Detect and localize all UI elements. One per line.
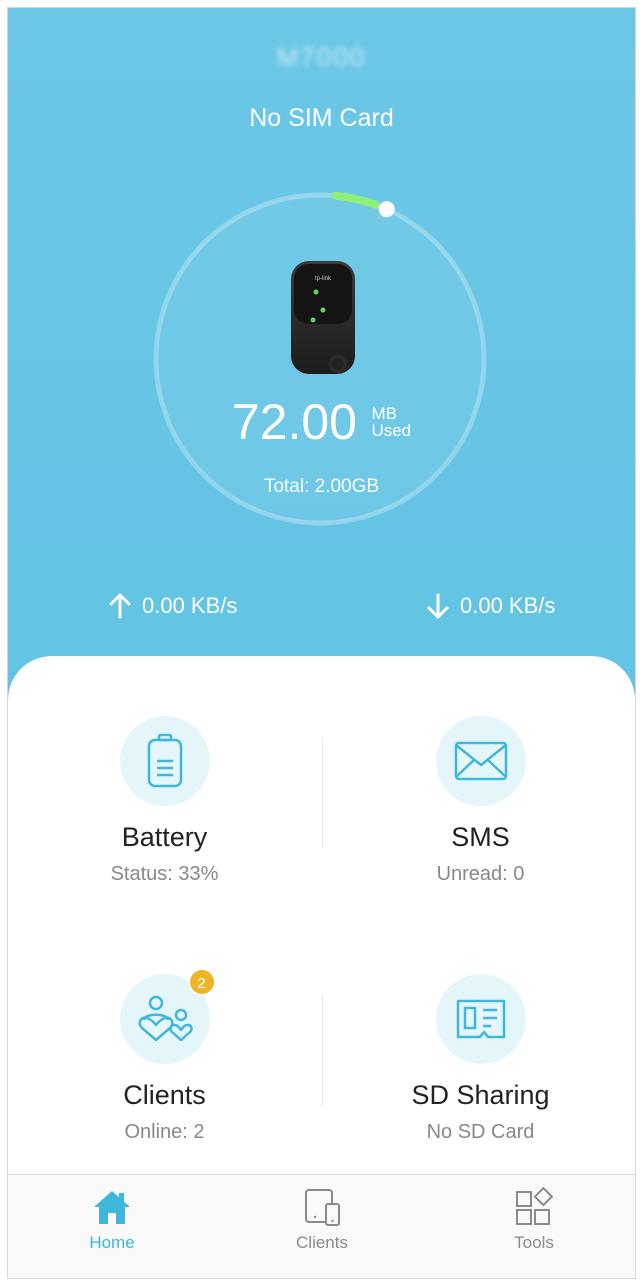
device-name: M7000 bbox=[276, 42, 367, 72]
clients-title: Clients bbox=[123, 1080, 206, 1110]
sim-status: No SIM Card bbox=[249, 104, 394, 132]
upload-speed: 0.00 KB/s bbox=[108, 593, 237, 619]
clients-tile[interactable]: 2 Clients Online: 2 bbox=[8, 968, 321, 1144]
data-total: Total: 2.00GB bbox=[263, 476, 380, 497]
sms-unread: Unread: 0 bbox=[436, 863, 525, 885]
home-icon bbox=[94, 1191, 130, 1224]
battery-status: Status: 33% bbox=[110, 863, 219, 885]
nav-home[interactable]: Home bbox=[52, 1187, 172, 1253]
bottom-nav: Home Clients Tools bbox=[8, 1174, 635, 1278]
battery-icon-circle bbox=[119, 716, 210, 806]
mobile-router-image: tp-link bbox=[291, 261, 355, 374]
data-used-unit-label: Used bbox=[371, 421, 412, 440]
sms-tile[interactable]: SMS Unread: 0 bbox=[324, 716, 635, 886]
clients-icon bbox=[138, 995, 193, 1042]
download-arrow-icon bbox=[427, 593, 449, 619]
sd-sharing-title: SD Sharing bbox=[411, 1080, 550, 1110]
feature-card: Battery Status: 33% SMS Unread: 0 2 Clie… bbox=[8, 656, 635, 1186]
data-used-value: 72.00 bbox=[231, 394, 357, 450]
upload-speed-value: 0.00 KB/s bbox=[142, 593, 238, 618]
sms-title: SMS bbox=[451, 822, 510, 852]
nav-clients-label: Clients bbox=[296, 1233, 348, 1252]
sd-icon-circle bbox=[435, 974, 526, 1064]
battery-title: Battery bbox=[121, 822, 208, 852]
sd-sharing-tile[interactable]: SD Sharing No SD Card bbox=[324, 974, 635, 1144]
data-used-readout: 72.00 MB Used bbox=[8, 393, 635, 451]
nav-tools-label: Tools bbox=[514, 1233, 554, 1252]
svg-text:tp-link: tp-link bbox=[315, 276, 332, 282]
download-speed-value: 0.00 KB/s bbox=[460, 593, 556, 618]
sms-icon-circle bbox=[435, 716, 526, 806]
nav-tools[interactable]: Tools bbox=[474, 1187, 594, 1253]
sd-card-icon bbox=[456, 999, 505, 1039]
tools-grid-icon bbox=[516, 1187, 554, 1225]
app-screen: M7000 No SIM Card tp-link 72.00 MB Used … bbox=[7, 7, 636, 1279]
divider bbox=[322, 996, 323, 1106]
nav-clients[interactable]: Clients bbox=[262, 1187, 382, 1253]
sd-sharing-status: No SD Card bbox=[426, 1121, 535, 1143]
clients-count-badge: 2 bbox=[187, 968, 216, 996]
upload-arrow-icon bbox=[109, 593, 131, 619]
status-hero: M7000 No SIM Card tp-link 72.00 MB Used … bbox=[8, 8, 635, 728]
divider bbox=[322, 738, 323, 848]
battery-icon bbox=[147, 733, 182, 788]
download-speed: 0.00 KB/s bbox=[426, 593, 555, 619]
devices-icon bbox=[305, 1189, 340, 1226]
nav-home-label: Home bbox=[89, 1233, 135, 1252]
clients-icon-circle: 2 bbox=[119, 968, 216, 1064]
battery-tile[interactable]: Battery Status: 33% bbox=[8, 716, 321, 886]
data-used-unit: MB Used bbox=[371, 405, 411, 439]
usage-progress-knob bbox=[378, 201, 395, 218]
clients-online: Online: 2 bbox=[124, 1121, 205, 1143]
envelope-icon bbox=[454, 741, 507, 781]
